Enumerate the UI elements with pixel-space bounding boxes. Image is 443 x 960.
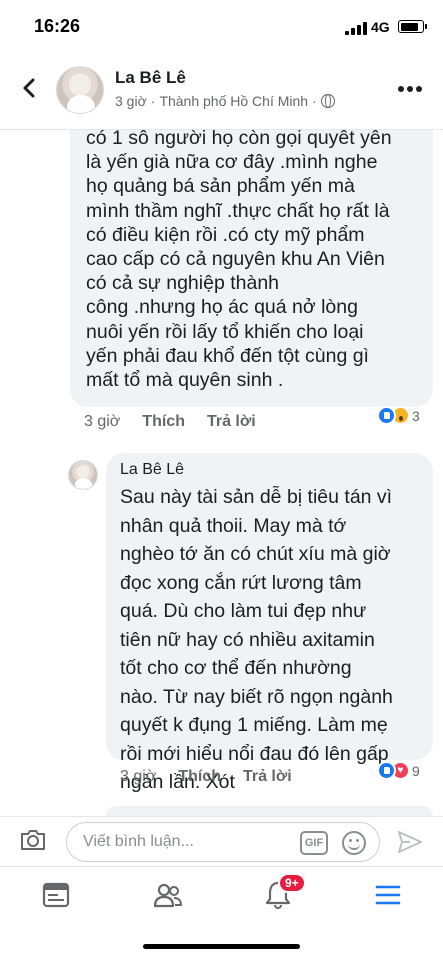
post-meta: 3 giờ · Thành phố Hồ Chí Minh · — [115, 93, 335, 109]
friends-icon[interactable] — [152, 879, 184, 911]
bottom-nav: 9+ — [0, 866, 443, 926]
comment-composer: Viết bình luận... GIF — [0, 816, 443, 866]
emoji-icon[interactable] — [342, 831, 366, 855]
comment-input-placeholder: Viết bình luận... — [83, 833, 194, 850]
reply-author[interactable]: La Bê Lê — [120, 461, 421, 479]
comment-text: có 1 sô người họ còn gọi quyêt yên là yế… — [86, 127, 392, 392]
reaction-summary[interactable]: 3 — [377, 406, 420, 425]
menu-icon[interactable] — [372, 879, 404, 911]
like-button[interactable]: Thích — [142, 413, 185, 431]
post-location[interactable]: Thành phố Hồ Chí Minh — [159, 93, 308, 109]
news-feed-icon[interactable] — [40, 879, 72, 911]
comment-actions: 3 giờ Thích Trả lời — [84, 413, 256, 431]
comment-time: 3 giờ — [84, 413, 121, 430]
notifications-tab[interactable]: 9+ — [262, 873, 306, 911]
camera-icon[interactable] — [19, 827, 47, 853]
more-icon[interactable] — [398, 86, 422, 92]
globe-icon — [320, 94, 335, 108]
reaction-count: 3 — [412, 407, 420, 424]
reply-button[interactable]: Trả lời — [207, 413, 256, 431]
battery-level — [400, 22, 419, 31]
author-name[interactable]: La Bê Lê — [115, 68, 186, 88]
avatar[interactable] — [56, 66, 104, 114]
like-reaction-icon — [377, 406, 396, 425]
meta-separator: · — [312, 93, 317, 109]
battery-icon — [398, 20, 427, 33]
network-label: 4G — [371, 19, 390, 35]
status-bar: 16:26 4G — [0, 0, 443, 56]
reply-text: Sau này tài sản dễ bị tiêu tán vì nhân q… — [120, 486, 393, 793]
reply-time: 3 giờ — [120, 768, 157, 785]
like-button[interactable]: Thích — [178, 768, 221, 786]
reaction-summary[interactable]: 9 — [377, 761, 420, 780]
home-indicator[interactable] — [143, 944, 300, 949]
reaction-count: 9 — [412, 762, 420, 779]
comment-bubble: có 1 sô người họ còn gọi quyêt yên là yế… — [70, 127, 433, 407]
next-comment-bubble — [106, 806, 433, 816]
signal-icon — [345, 22, 367, 35]
post-time[interactable]: 3 giờ — [115, 93, 147, 109]
status-time: 16:26 — [34, 16, 81, 36]
meta-separator: · — [150, 93, 156, 109]
send-icon[interactable] — [396, 829, 424, 855]
post-header: La Bê Lê 3 giờ · Thành phố Hồ Chí Minh · — [0, 56, 443, 130]
gif-icon[interactable]: GIF — [300, 831, 328, 855]
reply-bubble: La Bê Lê Sau này tài sản dễ bị tiêu tán … — [106, 453, 433, 793]
notification-badge: 9+ — [278, 873, 306, 893]
like-reaction-icon — [377, 761, 396, 780]
chevron-left-icon[interactable] — [18, 76, 42, 100]
reply-avatar[interactable] — [68, 460, 98, 490]
reply-button[interactable]: Trả lời — [243, 768, 292, 786]
comment-input[interactable]: Viết bình luận... GIF — [66, 822, 380, 862]
reply-actions: 3 giờ Thích Trả lời — [120, 768, 292, 786]
